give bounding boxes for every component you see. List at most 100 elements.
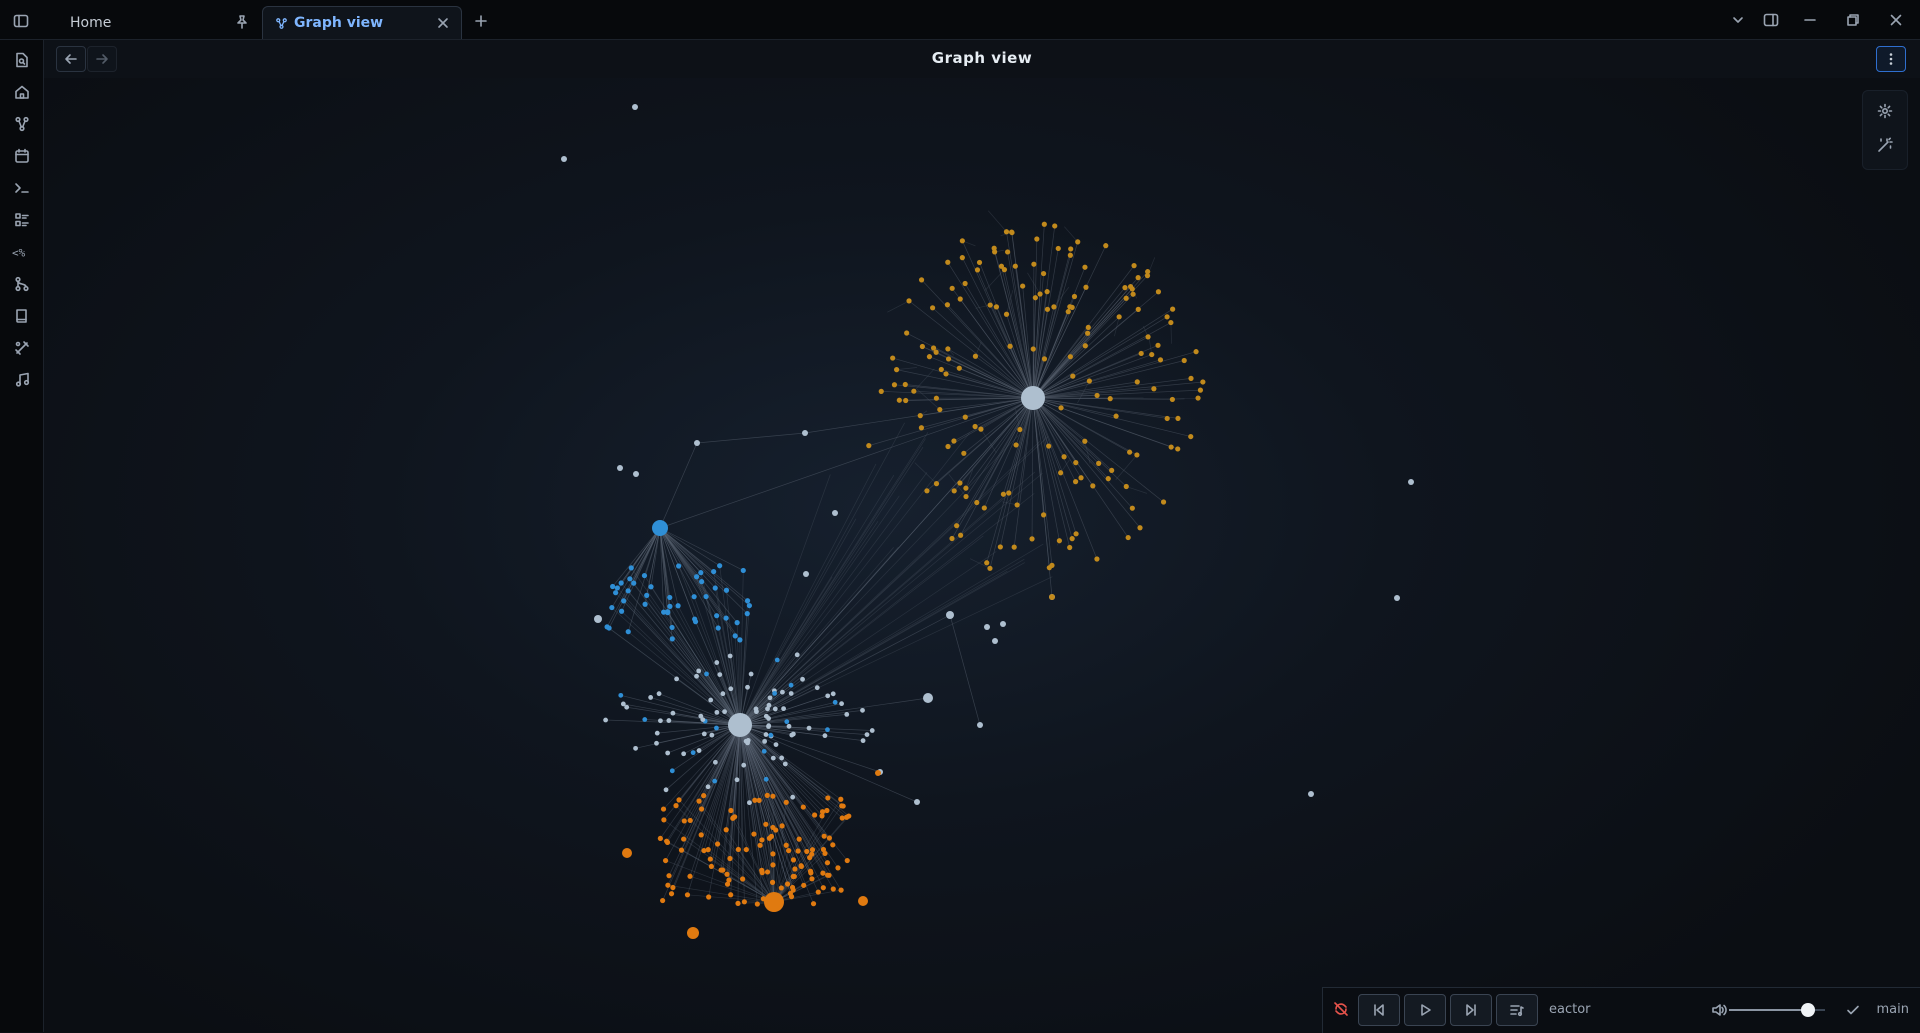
graph-node[interactable] [790,885,795,890]
graph-node[interactable] [766,716,771,721]
graph-node[interactable] [1161,499,1166,504]
graph-node[interactable] [681,751,686,756]
graph-node[interactable] [1005,249,1010,254]
graph-node[interactable] [974,500,979,505]
right-sidebar-toggle-icon[interactable] [1757,8,1785,32]
graph-node[interactable] [665,840,670,845]
graph-node[interactable] [773,707,778,712]
graph-node[interactable] [619,609,624,614]
graph-node[interactable] [770,880,775,885]
graph-node[interactable] [792,866,797,871]
graph-node[interactable] [1042,222,1047,227]
graph-node[interactable] [1017,427,1022,432]
graph-node[interactable] [958,296,963,301]
graph-node[interactable] [735,901,740,906]
tab-home[interactable]: Home [58,6,260,39]
graph-node[interactable] [1145,334,1150,339]
graph-node[interactable] [800,677,805,682]
graph-node[interactable] [918,413,923,418]
graph-node[interactable] [609,605,614,610]
graph-node[interactable] [642,717,647,722]
graph-node[interactable] [725,882,730,887]
graph-node[interactable] [785,881,790,886]
graph-node[interactable] [670,768,675,773]
graph-node[interactable] [799,863,804,868]
graph-node[interactable] [1058,470,1063,475]
graph-node[interactable] [736,847,741,852]
graph-node[interactable] [1124,296,1129,301]
graph-node[interactable] [767,836,772,841]
graph-node[interactable] [934,350,939,355]
graph-node[interactable] [810,847,815,852]
graph-node[interactable] [642,573,647,578]
tools-icon[interactable] [12,338,32,358]
graph-node[interactable] [904,330,909,335]
graph-node[interactable] [831,691,836,696]
graph-node[interactable] [771,756,776,761]
graph-node[interactable] [1175,446,1180,451]
graph-node[interactable] [797,837,802,842]
graph-node[interactable] [1106,476,1111,481]
graph-node[interactable] [1067,545,1072,550]
graph-node[interactable] [779,885,784,890]
graph-node[interactable] [1020,283,1025,288]
graph-node[interactable] [825,860,830,865]
graph-node[interactable] [698,570,703,575]
graph-node[interactable] [786,848,791,853]
graph-node[interactable] [697,748,702,753]
graph-node[interactable] [728,686,733,691]
graph-node[interactable] [1083,285,1088,290]
graph-node[interactable] [676,797,681,802]
graph-node[interactable] [906,298,911,303]
graph-node[interactable] [712,779,717,784]
graph-node[interactable] [1049,563,1054,568]
graph-node[interactable] [812,812,817,817]
graph-node[interactable] [1175,416,1180,421]
checklist-icon[interactable] [12,210,32,230]
graph-node[interactable] [960,238,965,243]
graph-node[interactable] [764,732,769,737]
no-sync-icon[interactable] [1333,1001,1349,1017]
graph-node[interactable] [1117,314,1122,319]
graph-node[interactable] [704,672,709,677]
graph-node[interactable] [735,620,740,625]
graph-node[interactable] [821,885,826,890]
graph-node[interactable] [1070,374,1075,379]
graph-node[interactable] [920,344,925,349]
graph-node[interactable] [666,718,671,723]
graph-node[interactable] [700,717,705,722]
graph-node[interactable] [973,354,978,359]
graph-node[interactable] [1037,291,1042,296]
graph-node[interactable] [984,624,990,630]
graph-node[interactable] [1151,386,1156,391]
graph-node[interactable] [696,799,701,804]
graph-node[interactable] [977,722,983,728]
graph-node[interactable] [749,672,754,677]
graph-node[interactable] [644,593,649,598]
graph-node[interactable] [831,886,836,891]
graph-node[interactable] [890,355,895,360]
graph-node[interactable] [1029,536,1034,541]
graph-node[interactable] [1000,621,1006,627]
graph-node[interactable] [1033,295,1038,300]
tab-graph-view[interactable]: Graph view [262,6,462,39]
graph-node[interactable] [744,847,749,852]
graph-node[interactable] [783,762,788,767]
graph-node[interactable] [960,255,965,260]
graph-node[interactable] [752,798,757,803]
graph-node[interactable] [945,260,950,265]
graph-node[interactable] [745,685,750,690]
graph-node[interactable] [648,584,653,589]
graph-node[interactable] [1073,460,1078,465]
graph-node[interactable] [676,563,681,568]
graph-node[interactable] [1058,405,1063,410]
graph-node[interactable] [724,588,729,593]
graph-node[interactable] [728,654,733,659]
graph-node[interactable] [674,676,679,681]
previous-track-button[interactable] [1358,994,1400,1026]
minimize-icon[interactable] [1796,8,1824,32]
graph-node[interactable] [1130,506,1135,511]
graph-node[interactable] [943,371,948,376]
graph-node[interactable] [714,726,719,731]
graph-node[interactable] [664,787,669,792]
